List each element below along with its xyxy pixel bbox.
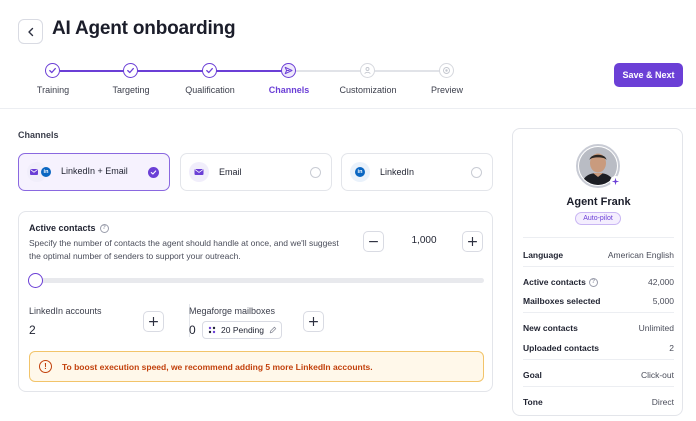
active-contacts-title: Active contacts ? [29,223,109,233]
active-contacts-panel: Active contacts ? Specify the number of … [18,211,493,392]
mailboxes-label: Megaforge mailboxes [189,306,275,316]
step-training-circle[interactable] [45,63,60,78]
increase-contacts-button[interactable]: + [462,231,483,252]
check-icon [49,67,56,74]
channel-radio[interactable] [310,167,321,178]
step-label-targeting[interactable]: Targeting [91,85,171,95]
mailboxes-label-text: Megaforge mailboxes [189,306,276,316]
card-divider [523,386,674,387]
card-divider [523,266,674,267]
step-channels-circle[interactable] [281,63,296,78]
channels-section-label: Channels [18,130,59,140]
pencil-icon[interactable] [269,326,277,334]
active-contacts-title-text: Active contacts [29,223,96,233]
kv-key: Uploaded contacts [523,343,600,353]
warning-icon: ! [39,360,52,373]
eye-icon [443,67,450,74]
kv-goal: Goal Click-out [523,370,674,380]
kv-value: Click-out [640,370,674,380]
check-icon [206,67,213,74]
check-icon [150,170,157,175]
linkedin-accounts-label: LinkedIn accounts [29,306,102,316]
channel-option-linkedin[interactable]: in LinkedIn [341,153,493,191]
contacts-slider-track[interactable] [29,278,484,283]
kv-key: Goal [523,370,542,380]
contacts-slider-thumb[interactable] [28,273,43,288]
kv-uploaded-contacts: Uploaded contacts 2 [523,343,674,353]
grid-dots-icon [208,326,216,334]
active-contacts-value[interactable]: 1,000 [389,235,459,246]
kv-key-group: Active contacts ? [523,277,598,287]
kv-key: Language [523,250,564,260]
active-contacts-description: Specify the number of contacts the agent… [29,238,339,261]
kv-value: 42,000 [648,277,674,287]
stepper-progress-line [60,70,288,72]
check-icon [127,67,134,74]
save-next-button[interactable]: Save & Next [614,63,683,87]
help-icon[interactable]: ? [588,277,598,287]
agent-name: Agent Frank [566,196,631,208]
header-divider [0,108,696,109]
add-linkedin-account-button[interactable]: + [143,311,164,332]
step-label-training[interactable]: Training [13,85,93,95]
back-button[interactable] [18,19,43,44]
step-targeting-circle[interactable] [123,63,138,78]
autopilot-badge: Auto-pilot [575,212,621,225]
kv-value: Direct [651,397,674,407]
kv-value: American English [607,250,674,260]
kv-active-contacts: Active contacts ? 42,000 [523,277,674,287]
channel-option-linkedin-email[interactable]: in LinkedIn + Email [18,153,170,191]
card-divider [523,237,674,238]
decrease-contacts-button[interactable]: − [363,231,384,252]
onboarding-stepper: Training Targeting Qualification Channel… [0,60,600,100]
step-label-customization[interactable]: Customization [328,85,408,95]
channel-option-email[interactable]: Email [180,153,332,191]
add-mailbox-button[interactable]: + [303,311,324,332]
kv-language: Language American English [523,250,674,260]
kv-key: New contacts [523,323,578,333]
linkedin-accounts-value: 2 [29,323,36,337]
avatar [576,144,621,188]
mail-linkedin-icon: in [27,162,51,182]
kv-key: Active contacts [523,277,586,287]
chevron-left-icon [27,27,33,36]
pending-mailboxes-text: 20 Pending [221,325,265,335]
channel-radio[interactable] [471,167,482,178]
kv-value: 2 [669,343,674,353]
kv-mailboxes-selected: Mailboxes selected 5,000 [523,296,674,306]
step-qualification-circle[interactable] [202,63,217,78]
kv-tone: Tone Direct [523,397,674,407]
step-customization-circle[interactable] [360,63,375,78]
help-icon[interactable]: ? [99,223,109,233]
sliders-icon [364,67,371,75]
channel-label: Email [219,167,242,177]
channel-label: LinkedIn [380,167,415,177]
channel-label: LinkedIn + Email [61,166,128,176]
kv-key: Tone [523,397,543,407]
channel-radio-checked[interactable] [148,167,159,178]
alert-text: To boost execution speed, we recommend a… [62,361,373,372]
page-title: AI Agent onboarding [52,18,236,39]
agent-summary-card: Agent Frank Auto-pilot Language American… [512,128,683,416]
card-divider [523,312,674,313]
kv-new-contacts: New contacts Unlimited [523,323,674,333]
send-icon [284,66,293,75]
recommendation-alert: ! To boost execution speed, we recommend… [29,351,484,382]
pending-mailboxes-chip[interactable]: 20 Pending [202,321,282,339]
sparkle-icon [610,176,621,187]
kv-key: Mailboxes selected [523,296,601,306]
linkedin-icon: in [350,162,370,182]
kv-value: 5,000 [652,296,674,306]
step-label-preview[interactable]: Preview [407,85,487,95]
mail-icon [189,162,209,182]
step-label-channels[interactable]: Channels [249,85,329,95]
kv-value: Unlimited [638,323,674,333]
step-label-qualification[interactable]: Qualification [170,85,250,95]
card-divider [523,359,674,360]
mailboxes-value: 0 [189,323,196,337]
step-preview-circle[interactable] [439,63,454,78]
